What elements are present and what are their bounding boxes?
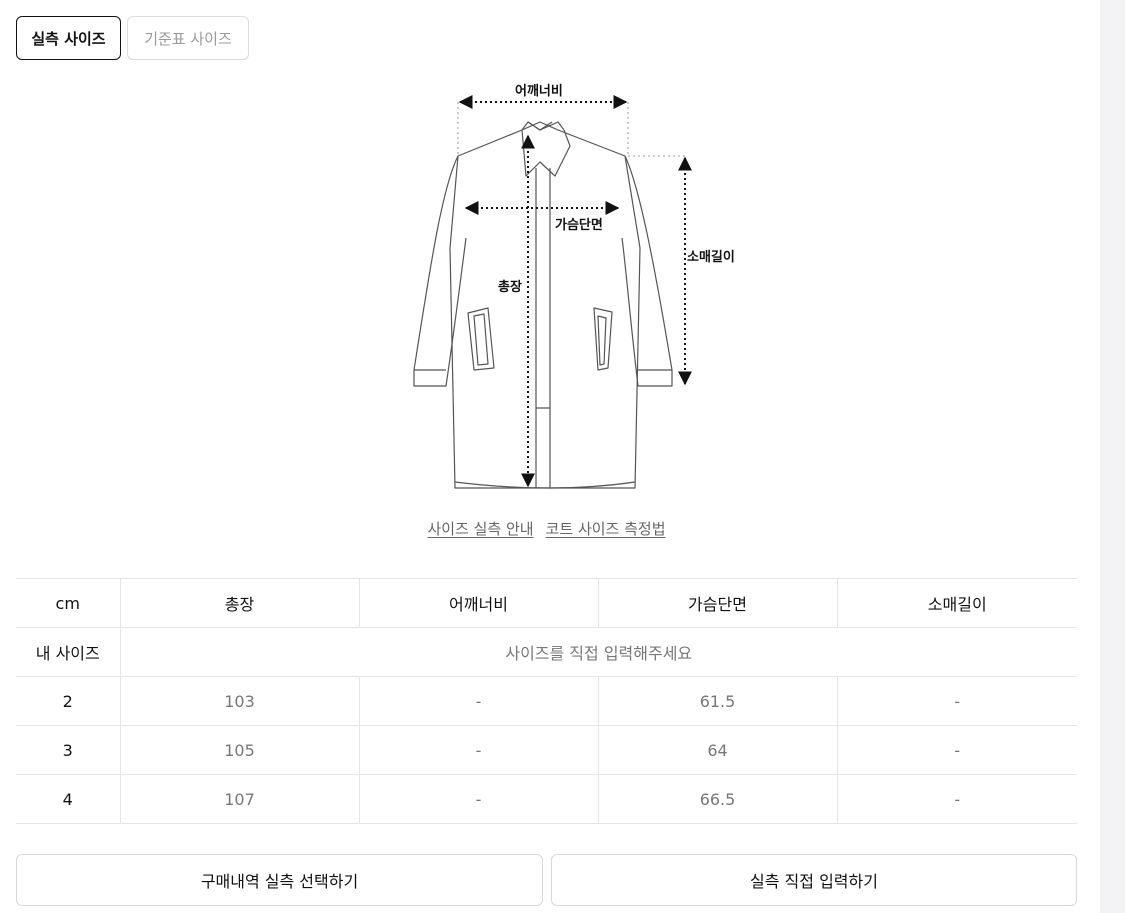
side-gutter bbox=[1100, 0, 1125, 913]
value-cell: 66.5 bbox=[597, 774, 837, 824]
coat-illustration bbox=[413, 95, 692, 489]
unit-header: cm bbox=[16, 578, 120, 628]
table-row: 4 107 - 66.5 - bbox=[16, 774, 1077, 824]
value-cell: - bbox=[836, 774, 1077, 824]
value-cell: - bbox=[358, 676, 598, 726]
sleeve-length-label: 소매길이 bbox=[686, 246, 736, 265]
manual-measurement-input-button[interactable]: 실측 직접 입력하기 bbox=[551, 854, 1077, 906]
value-cell: - bbox=[836, 676, 1077, 726]
total-length-label: 총장 bbox=[497, 276, 523, 295]
coat-measurement-diagram: 어깨너비 가슴단면 총장 소매길이 bbox=[400, 78, 760, 498]
column-header: 가슴단면 bbox=[597, 578, 837, 628]
value-cell: 61.5 bbox=[597, 676, 837, 726]
select-purchase-measurement-button[interactable]: 구매내역 실측 선택하기 bbox=[16, 854, 543, 906]
value-cell: - bbox=[358, 774, 598, 824]
column-header: 어깨너비 bbox=[358, 578, 598, 628]
size-guide-links: 사이즈 실측 안내 코트 사이즈 측정법 bbox=[0, 518, 1093, 539]
my-size-label: 내 사이즈 bbox=[16, 627, 120, 677]
tab-standard-size[interactable]: 기준표 사이즈 bbox=[127, 16, 249, 60]
size-table: cm 총장 어깨너비 가슴단면 소매길이 내 사이즈 사이즈를 직접 입력해주세… bbox=[16, 578, 1077, 824]
my-size-input-prompt[interactable]: 사이즈를 직접 입력해주세요 bbox=[119, 627, 1077, 677]
chest-width-label: 가슴단면 bbox=[554, 214, 604, 233]
table-row: 3 105 - 64 - bbox=[16, 725, 1077, 775]
size-cell: 2 bbox=[16, 676, 120, 726]
table-row: 2 103 - 61.5 - bbox=[16, 676, 1077, 726]
my-size-row: 내 사이즈 사이즈를 직접 입력해주세요 bbox=[16, 627, 1077, 677]
size-cell: 3 bbox=[16, 725, 120, 775]
value-cell: 103 bbox=[119, 676, 359, 726]
size-measure-guide-link[interactable]: 사이즈 실측 안내 bbox=[427, 518, 533, 539]
value-cell: - bbox=[836, 725, 1077, 775]
column-header: 소매길이 bbox=[836, 578, 1077, 628]
coat-measure-method-link[interactable]: 코트 사이즈 측정법 bbox=[546, 518, 666, 539]
tab-actual-size[interactable]: 실측 사이즈 bbox=[16, 16, 121, 60]
value-cell: 64 bbox=[597, 725, 837, 775]
column-header: 총장 bbox=[119, 578, 359, 628]
shoulder-width-label: 어깨너비 bbox=[514, 80, 564, 99]
value-cell: - bbox=[358, 725, 598, 775]
table-header-row: cm 총장 어깨너비 가슴단면 소매길이 bbox=[16, 578, 1077, 628]
value-cell: 105 bbox=[119, 725, 359, 775]
value-cell: 107 bbox=[119, 774, 359, 824]
size-cell: 4 bbox=[16, 774, 120, 824]
